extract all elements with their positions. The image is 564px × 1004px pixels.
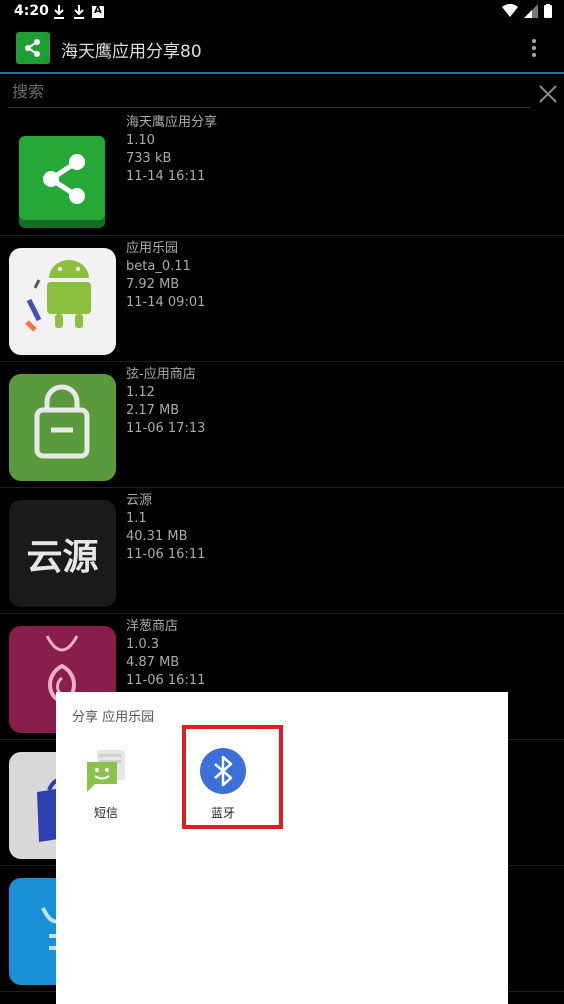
list-item[interactable]: 应用乐园 beta_0.11 7.92 MB 11-14 09:01 [0, 236, 564, 362]
download-icon [54, 5, 64, 19]
status-bar: 4:20 [0, 0, 564, 24]
app-info: 海天鹰应用分享 1.10 733 kB 11-14 16:11 [126, 114, 217, 186]
share-target-sms[interactable]: 短信 [66, 744, 146, 820]
share-app-icon [9, 122, 116, 229]
app-version: 1.1 [126, 511, 147, 526]
app-version: beta_0.11 [126, 259, 191, 274]
app-date: 11-06 16:11 [126, 673, 206, 688]
app-size: 2.17 MB [126, 403, 180, 418]
wifi-icon [502, 4, 518, 17]
yunyuan-icon: 云源 [9, 500, 116, 607]
app-name: 云源 [126, 493, 153, 508]
app-name: 弦-应用商店 [126, 367, 196, 382]
app-name: 海天鹰应用分享 [126, 115, 218, 130]
app-version: 1.10 [126, 133, 155, 148]
app-size: 7.92 MB [126, 277, 180, 292]
notification-icons [52, 4, 104, 20]
app-info: 洋葱商店 1.0.3 4.87 MB 11-06 16:11 [126, 618, 205, 690]
download-icon [74, 5, 84, 19]
app-date: 11-06 17:13 [126, 421, 206, 436]
status-time: 4:20 [14, 3, 49, 19]
app-size: 4.87 MB [126, 655, 180, 670]
app-logo-icon [16, 32, 50, 64]
app-info: 弦-应用商店 1.12 2.17 MB 11-06 17:13 [126, 366, 205, 438]
app-title: 海天鹰应用分享80 [61, 42, 202, 62]
app-bar-divider [0, 72, 564, 74]
battery-icon [544, 4, 552, 18]
system-status-icons [502, 4, 552, 18]
search-input[interactable] [8, 76, 530, 108]
close-icon[interactable] [536, 82, 560, 106]
sms-icon [87, 750, 125, 792]
list-item[interactable]: 海天鹰应用分享 1.10 733 kB 11-14 16:11 [0, 110, 564, 236]
yunyuan-icon-text: 云源 [26, 536, 99, 578]
share-target-label: 短信 [93, 806, 118, 820]
app-version: 1.12 [126, 385, 155, 400]
app-name: 应用乐园 [126, 241, 179, 256]
app-info: 云源 1.1 40.31 MB 11-06 16:11 [126, 492, 205, 564]
android-rocket-icon [9, 248, 116, 355]
app-version: 1.0.3 [126, 637, 160, 652]
highlight-box [182, 725, 283, 829]
app-name: 洋葱商店 [126, 619, 179, 634]
store-bag-icon [9, 374, 116, 481]
list-item[interactable]: 弦-应用商店 1.12 2.17 MB 11-06 17:13 [0, 362, 564, 488]
app-size: 733 kB [126, 151, 172, 166]
app-info: 应用乐园 beta_0.11 7.92 MB 11-14 09:01 [126, 240, 205, 312]
dialog-title: 分享 应用乐园 [72, 710, 155, 725]
overflow-menu-icon[interactable] [522, 34, 546, 62]
app-notification-icon [92, 5, 104, 18]
signal-icon [524, 4, 538, 18]
app-size: 40.31 MB [126, 529, 188, 544]
app-date: 11-14 16:11 [126, 169, 206, 184]
search-row [0, 76, 564, 110]
list-item[interactable]: 云源 云源 1.1 40.31 MB 11-06 16:11 [0, 488, 564, 614]
app-bar: 海天鹰应用分享80 [0, 24, 564, 72]
app-date: 11-06 16:11 [126, 547, 206, 562]
app-date: 11-14 09:01 [126, 295, 206, 310]
